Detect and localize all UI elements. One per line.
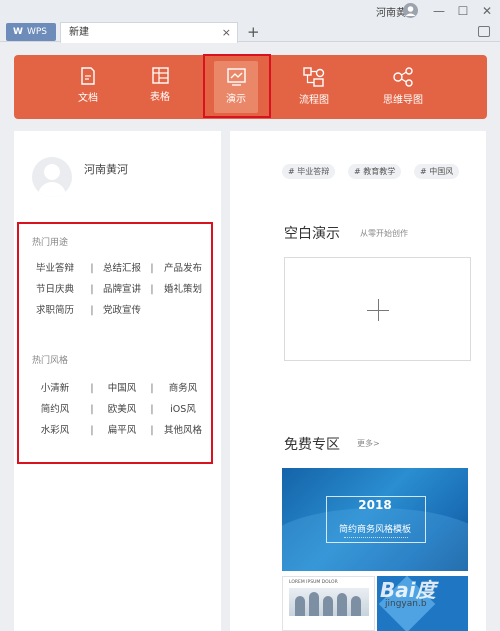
style-link[interactable]: 水彩风 bbox=[24, 420, 86, 441]
presentation-icon bbox=[226, 68, 246, 86]
template-thumbnail[interactable]: LOREM IPSUM DOLOR bbox=[282, 576, 375, 631]
popular-styles-row: 小清新 | 中国风 | 商务风 bbox=[24, 378, 208, 399]
use-link[interactable]: 求职简历 bbox=[24, 300, 86, 321]
nav-label-document: 文档 bbox=[78, 93, 98, 104]
popular-styles-row: 简约风 | 欧美风 | iOS风 bbox=[24, 399, 208, 420]
popular-styles-grid: 小清新 | 中国风 | 商务风 简约风 | 欧美风 | iOS风 水彩风 | 扁平风 | 其他风格 bbox=[24, 378, 208, 441]
style-link[interactable]: 商务风 bbox=[158, 378, 208, 399]
account-avatar-icon[interactable] bbox=[403, 3, 418, 18]
title-bar: 河南黄河 — ☐ ✕ bbox=[0, 0, 500, 22]
wps-tab-label: WPS bbox=[26, 27, 47, 37]
use-link[interactable]: 婚礼策划 bbox=[158, 279, 208, 300]
nav-item-flowchart[interactable]: 流程图 bbox=[294, 55, 334, 119]
user-name: 河南黄河 bbox=[84, 163, 128, 176]
use-link[interactable]: 产品发布 bbox=[158, 258, 208, 279]
tab-bar: W WPS 新建 × + bbox=[0, 22, 500, 43]
new-tab-label: 新建 bbox=[69, 27, 89, 38]
close-tab-icon[interactable]: × bbox=[222, 23, 231, 43]
add-tab-button[interactable]: + bbox=[247, 22, 260, 42]
user-avatar[interactable] bbox=[32, 157, 72, 197]
new-tab[interactable]: 新建 × bbox=[60, 22, 238, 43]
minimize-button[interactable]: — bbox=[430, 2, 448, 20]
popular-uses-row: 毕业答辩 | 总结汇报 | 产品发布 bbox=[24, 258, 208, 279]
style-link[interactable]: 欧美风 bbox=[98, 399, 146, 420]
sidebar-toggle-icon[interactable] bbox=[478, 26, 490, 37]
mindmap-icon bbox=[393, 67, 413, 87]
popular-styles-row: 水彩风 | 扁平风 | 其他风格 bbox=[24, 420, 208, 441]
maximize-button[interactable]: ☐ bbox=[454, 2, 472, 20]
more-link[interactable]: 更多> bbox=[357, 438, 380, 449]
left-panel: 河南黄河 热门用途 毕业答辩 | 总结汇报 | 产品发布 节日庆典 | 品牌宣讲 | 婚礼策划 … bbox=[14, 131, 221, 631]
popular-uses-row: 求职简历 | 党政宣传 bbox=[24, 300, 208, 321]
popular-styles-title: 热门风格 bbox=[32, 356, 69, 366]
use-link[interactable]: 品牌宣讲 bbox=[98, 279, 146, 300]
blank-presentation-title: 空白演示 bbox=[284, 226, 340, 242]
blank-presentation-subtitle: 从零开始创作 bbox=[360, 229, 408, 238]
nav-item-document[interactable]: 文档 bbox=[70, 55, 106, 119]
popular-uses-title: 热门用途 bbox=[32, 238, 69, 248]
thumbnail-photo bbox=[289, 588, 369, 616]
style-link[interactable]: iOS风 bbox=[158, 399, 208, 420]
tag-chip[interactable]: # 毕业答辩 bbox=[282, 164, 336, 179]
close-window-button[interactable]: ✕ bbox=[478, 2, 496, 20]
wps-logo-icon: W bbox=[13, 27, 23, 37]
thumbnail-label: LOREM IPSUM DOLOR bbox=[289, 580, 338, 585]
use-link[interactable]: 毕业答辩 bbox=[24, 258, 86, 279]
nav-label-mindmap: 思维导图 bbox=[383, 95, 423, 106]
right-panel: # 毕业答辩 # 教育教学 # 中国风 空白演示 从零开始创作 免费专区 更多>… bbox=[230, 131, 486, 631]
popular-uses-grid: 毕业答辩 | 总结汇报 | 产品发布 节日庆典 | 品牌宣讲 | 婚礼策划 求职简历 | 党政宣传 bbox=[24, 258, 208, 321]
style-link[interactable]: 其他风格 bbox=[158, 420, 208, 441]
use-link[interactable]: 总结汇报 bbox=[98, 258, 146, 279]
tag-chip[interactable]: # 教育教学 bbox=[348, 164, 402, 179]
app-type-nav: 文档 表格 演示 流程图 思维导图 bbox=[14, 55, 487, 119]
use-link[interactable]: 党政宣传 bbox=[98, 300, 146, 321]
banner-year: 2018 bbox=[358, 498, 392, 512]
template-banner[interactable]: 2018 简约商务风格模板 bbox=[282, 468, 468, 571]
nav-label-spreadsheet: 表格 bbox=[150, 92, 170, 103]
style-link[interactable]: 中国风 bbox=[98, 378, 146, 399]
avatar-body-shape bbox=[38, 182, 66, 197]
watermark-url: jingyan.b bbox=[385, 599, 427, 609]
banner-title: 简约商务风格模板 bbox=[338, 525, 411, 535]
nav-label-presentation: 演示 bbox=[226, 94, 246, 105]
nav-label-flowchart: 流程图 bbox=[299, 95, 329, 106]
nav-item-presentation[interactable]: 演示 bbox=[214, 61, 258, 113]
flowchart-icon bbox=[303, 67, 325, 87]
style-link[interactable]: 扁平风 bbox=[98, 420, 146, 441]
tag-chip[interactable]: # 中国风 bbox=[414, 164, 460, 179]
free-zone-title: 免费专区 bbox=[284, 437, 340, 453]
style-link[interactable]: 小清新 bbox=[24, 378, 86, 399]
style-link[interactable]: 简约风 bbox=[24, 399, 86, 420]
wps-home-tab[interactable]: W WPS bbox=[6, 23, 56, 41]
new-blank-presentation-button[interactable] bbox=[284, 257, 471, 361]
nav-item-spreadsheet[interactable]: 表格 bbox=[142, 55, 178, 119]
nav-item-mindmap[interactable]: 思维导图 bbox=[378, 55, 428, 119]
use-link[interactable]: 节日庆典 bbox=[24, 279, 86, 300]
document-icon bbox=[81, 67, 95, 85]
spreadsheet-icon bbox=[151, 67, 169, 84]
avatar-head-shape bbox=[44, 164, 60, 180]
popular-uses-row: 节日庆典 | 品牌宣讲 | 婚礼策划 bbox=[24, 279, 208, 300]
